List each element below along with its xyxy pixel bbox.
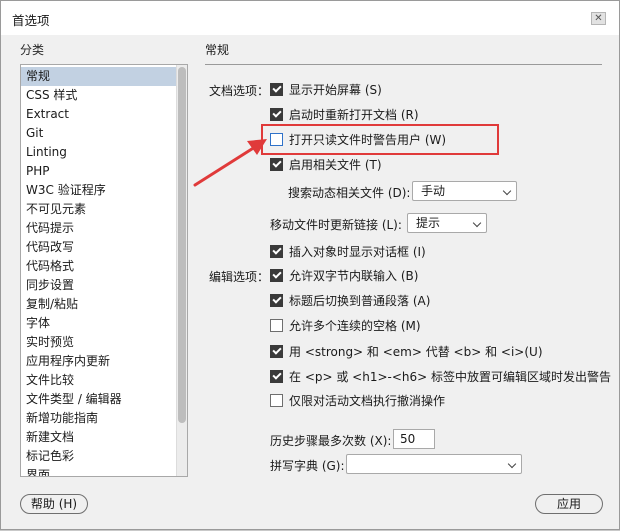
chevron-down-icon bbox=[507, 459, 517, 469]
help-button[interactable]: 帮助 (H) bbox=[20, 494, 88, 514]
spelling-dictionary-label: 拼写字典 (G): bbox=[270, 459, 345, 473]
sidebar-item-whats-new-guide[interactable]: 新增功能指南 bbox=[21, 409, 177, 428]
option-label: 插入对象时显示对话框 (I) bbox=[289, 244, 426, 259]
sidebar-item-markup-colors[interactable]: 标记色彩 bbox=[21, 447, 177, 466]
preferences-dialog: 首选项 ✕ 分类 常规 CSS 样式 Extract Git Linting P… bbox=[0, 0, 620, 530]
input-value: 50 bbox=[400, 432, 416, 446]
checkbox-double-byte-input[interactable] bbox=[270, 268, 283, 282]
sidebar-item-code-hints[interactable]: 代码提示 bbox=[21, 219, 177, 238]
title-bar: 首选项 ✕ bbox=[1, 1, 619, 35]
option-label: 允许多个连续的空格 (M) bbox=[289, 318, 421, 333]
history-steps-input[interactable]: 50 bbox=[393, 429, 435, 449]
option-label: 在 <p> 或 <h1>-<h6> 标签中放置可编辑区域时发出警告 bbox=[289, 369, 612, 384]
section-divider bbox=[205, 64, 602, 65]
close-icon: ✕ bbox=[594, 12, 603, 24]
checkbox-show-dialog-on-insert[interactable] bbox=[270, 244, 283, 258]
update-links-select[interactable]: 提示 bbox=[407, 213, 487, 233]
sidebar-item-invisible-elements[interactable]: 不可见元素 bbox=[21, 200, 177, 219]
sidebar-item-file-types-editors[interactable]: 文件类型 / 编辑器 bbox=[21, 390, 177, 409]
close-button[interactable]: ✕ bbox=[591, 12, 606, 25]
sidebar-item-in-app-updates[interactable]: 应用程序内更新 bbox=[21, 352, 177, 371]
sidebar-item-copy-paste[interactable]: 复制/粘贴 bbox=[21, 295, 177, 314]
select-value: 提示 bbox=[416, 216, 441, 230]
sidebar-item-w3c-validator[interactable]: W3C 验证程序 bbox=[21, 181, 177, 200]
option-warn-editable-regions[interactable]: 在 <p> 或 <h1>-<h6> 标签中放置可编辑区域时发出警告 bbox=[270, 368, 611, 384]
document-options-label: 文档选项： bbox=[209, 84, 270, 98]
checkbox-use-strong-em[interactable] bbox=[270, 344, 283, 358]
option-double-byte-input[interactable]: 允许双字节内联输入 (B) bbox=[270, 267, 418, 283]
related-files-select[interactable]: 手动 bbox=[412, 181, 517, 201]
history-steps-label: 历史步骤最多次数 (X): bbox=[270, 434, 392, 448]
annotation-highlight-box bbox=[261, 124, 499, 155]
checkbox-reopen-documents[interactable] bbox=[270, 107, 283, 121]
option-use-strong-em[interactable]: 用 <strong> 和 <em> 代替 <b> 和 <i>(U) bbox=[270, 343, 543, 359]
sidebar-item-code-format[interactable]: 代码格式 bbox=[21, 257, 177, 276]
option-undo-active-only[interactable]: 仅限对活动文档执行撤消操作 bbox=[270, 392, 445, 408]
option-reopen-documents[interactable]: 启动时重新打开文档 (R) bbox=[270, 106, 419, 122]
spelling-dictionary-select[interactable] bbox=[346, 454, 522, 474]
option-label: 启用相关文件 (T) bbox=[289, 157, 382, 172]
sidebar-item-file-compare[interactable]: 文件比较 bbox=[21, 371, 177, 390]
chevron-down-icon bbox=[502, 186, 512, 196]
sidebar-item-general[interactable]: 常规 bbox=[21, 67, 177, 86]
sidebar-item-code-rewriting[interactable]: 代码改写 bbox=[21, 238, 177, 257]
option-label: 标题后切换到普通段落 (A) bbox=[289, 293, 431, 308]
option-switch-to-paragraph[interactable]: 标题后切换到普通段落 (A) bbox=[270, 292, 430, 308]
option-multiple-spaces[interactable]: 允许多个连续的空格 (M) bbox=[270, 317, 421, 333]
sidebar-item-git[interactable]: Git bbox=[21, 124, 177, 143]
option-label: 启动时重新打开文档 (R) bbox=[289, 107, 419, 122]
option-label: 仅限对活动文档执行撤消操作 bbox=[289, 393, 446, 408]
category-list[interactable]: 常规 CSS 样式 Extract Git Linting PHP W3C 验证… bbox=[20, 64, 188, 477]
sidebar-item-live-preview[interactable]: 实时预览 bbox=[21, 333, 177, 352]
checkbox-multiple-spaces[interactable] bbox=[270, 318, 283, 332]
option-label: 显示开始屏幕 (S) bbox=[289, 82, 382, 97]
option-label: 允许双字节内联输入 (B) bbox=[289, 268, 419, 283]
category-label: 分类 bbox=[20, 43, 45, 57]
section-title: 常规 bbox=[205, 43, 230, 57]
option-show-start-screen[interactable]: 显示开始屏幕 (S) bbox=[270, 81, 382, 97]
window-title: 首选项 bbox=[12, 13, 50, 28]
sidebar-item-interface[interactable]: 界面 bbox=[21, 466, 177, 476]
sidebar-item-extract[interactable]: Extract bbox=[21, 105, 177, 124]
scrollbar-thumb[interactable] bbox=[178, 67, 186, 423]
sidebar-item-php[interactable]: PHP bbox=[21, 162, 177, 181]
checkbox-warn-editable-regions[interactable] bbox=[270, 369, 283, 383]
sidebar-item-css-style[interactable]: CSS 样式 bbox=[21, 86, 177, 105]
category-scrollbar[interactable] bbox=[176, 65, 187, 476]
option-enable-related-files[interactable]: 启用相关文件 (T) bbox=[270, 156, 382, 172]
checkbox-switch-to-paragraph[interactable] bbox=[270, 293, 283, 307]
sidebar-item-linting[interactable]: Linting bbox=[21, 143, 177, 162]
update-links-label: 移动文件时更新链接 (L): bbox=[270, 218, 402, 232]
sidebar-item-fonts[interactable]: 字体 bbox=[21, 314, 177, 333]
editing-options-label: 编辑选项： bbox=[209, 270, 270, 284]
checkbox-undo-active-only[interactable] bbox=[270, 393, 283, 407]
related-files-label: 搜索动态相关文件 (D): bbox=[288, 186, 411, 200]
option-label: 用 <strong> 和 <em> 代替 <b> 和 <i>(U) bbox=[289, 344, 543, 359]
sidebar-item-new-document[interactable]: 新建文档 bbox=[21, 428, 177, 447]
checkbox-enable-related-files[interactable] bbox=[270, 157, 283, 171]
select-value: 手动 bbox=[421, 184, 446, 198]
checkbox-show-start-screen[interactable] bbox=[270, 82, 283, 96]
chevron-down-icon bbox=[472, 218, 482, 228]
option-show-dialog-on-insert[interactable]: 插入对象时显示对话框 (I) bbox=[270, 243, 426, 259]
apply-button[interactable]: 应用 bbox=[535, 494, 603, 514]
sidebar-item-sync-settings[interactable]: 同步设置 bbox=[21, 276, 177, 295]
